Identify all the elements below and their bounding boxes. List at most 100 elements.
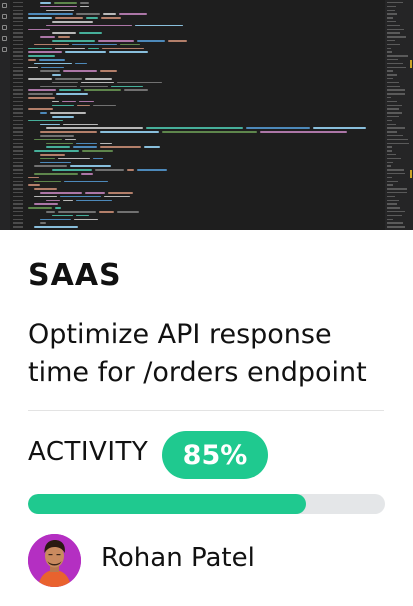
minimap-line xyxy=(387,43,400,46)
minimap-marker xyxy=(410,60,412,68)
line-number xyxy=(13,119,23,122)
minimap-line xyxy=(387,116,399,118)
code-token xyxy=(40,218,72,221)
assignee-name[interactable]: Rohan Patel xyxy=(101,543,255,573)
code-token xyxy=(34,180,62,183)
code-token xyxy=(63,199,74,202)
minimap-line xyxy=(387,123,396,125)
code-token xyxy=(52,21,94,23)
line-number xyxy=(13,161,23,163)
code-token xyxy=(102,13,117,15)
code-token xyxy=(82,150,113,152)
code-token xyxy=(161,131,258,133)
code-token xyxy=(46,142,74,145)
line-number xyxy=(13,97,23,99)
code-token xyxy=(34,43,70,46)
line-number xyxy=(13,127,23,129)
line-number xyxy=(13,51,23,53)
code-token xyxy=(46,146,70,148)
line-number xyxy=(13,28,23,30)
line-number xyxy=(13,157,23,160)
line-number xyxy=(13,214,23,217)
minimap-line xyxy=(387,165,392,167)
code-token xyxy=(84,192,105,194)
minimap-line xyxy=(387,100,398,103)
code-token xyxy=(59,89,81,91)
line-number xyxy=(13,81,23,84)
code-token xyxy=(52,32,76,34)
search-icon xyxy=(2,14,7,19)
code-token xyxy=(40,2,51,4)
line-number xyxy=(13,93,23,95)
project-card[interactable]: SAAS Optimize API response time for /ord… xyxy=(0,0,413,606)
code-token xyxy=(34,226,78,228)
line-number xyxy=(13,211,23,213)
line-number xyxy=(13,78,23,80)
line-number xyxy=(13,40,23,42)
code-token xyxy=(52,214,74,217)
code-token xyxy=(62,123,99,126)
line-number xyxy=(13,226,23,228)
minimap-line xyxy=(387,78,394,80)
activity-progress-bar xyxy=(28,494,385,514)
minimap-line xyxy=(387,176,393,179)
code-token xyxy=(80,2,90,4)
code-token xyxy=(92,104,116,107)
line-number xyxy=(13,184,23,186)
minimap-line xyxy=(387,173,406,175)
code-token xyxy=(39,59,65,61)
user-avatar-icon xyxy=(28,534,81,587)
task-title[interactable]: Optimize API response time for /orders e… xyxy=(28,316,386,392)
code-preview-image xyxy=(0,0,413,230)
code-token xyxy=(85,78,113,80)
code-token xyxy=(72,43,117,46)
code-token xyxy=(34,138,63,141)
code-token xyxy=(64,180,109,183)
line-number xyxy=(13,47,23,49)
line-number xyxy=(13,188,23,190)
code-token xyxy=(245,127,311,129)
line-number xyxy=(13,85,23,87)
code-token xyxy=(119,43,141,46)
code-token xyxy=(55,47,85,50)
line-number xyxy=(13,165,23,167)
code-token xyxy=(28,89,57,91)
line-number xyxy=(13,199,23,201)
code-token xyxy=(40,70,60,72)
line-number xyxy=(13,21,23,23)
minimap-line xyxy=(387,150,393,152)
minimap-line xyxy=(387,157,401,160)
minimap-line xyxy=(387,146,393,148)
minimap-line xyxy=(387,9,395,11)
line-number xyxy=(13,176,23,179)
code-token xyxy=(103,195,130,198)
code-token xyxy=(28,176,39,179)
code-token xyxy=(34,195,58,198)
code-token xyxy=(28,78,52,80)
code-token xyxy=(28,184,40,186)
minimap-line xyxy=(387,226,406,228)
minimap-line xyxy=(387,211,405,213)
minimap-line xyxy=(387,195,396,198)
minimap-line xyxy=(387,32,400,34)
code-token xyxy=(40,192,82,194)
code-token xyxy=(108,51,148,53)
source-control-icon xyxy=(2,25,7,30)
line-number xyxy=(13,169,23,171)
line-number xyxy=(13,131,23,133)
code-token xyxy=(40,161,71,164)
code-token xyxy=(76,214,90,217)
code-token xyxy=(41,66,64,69)
line-number xyxy=(13,123,23,125)
line-number xyxy=(13,135,23,137)
minimap-line xyxy=(387,28,404,30)
minimap-line xyxy=(387,85,400,87)
minimap-line xyxy=(387,138,408,141)
minimap-line xyxy=(387,218,393,220)
minimap-line xyxy=(387,24,400,27)
line-number xyxy=(13,5,23,8)
minimap-marker xyxy=(410,170,412,178)
avatar[interactable] xyxy=(28,534,81,587)
minimap-line xyxy=(387,161,393,163)
extensions-icon xyxy=(2,47,7,52)
